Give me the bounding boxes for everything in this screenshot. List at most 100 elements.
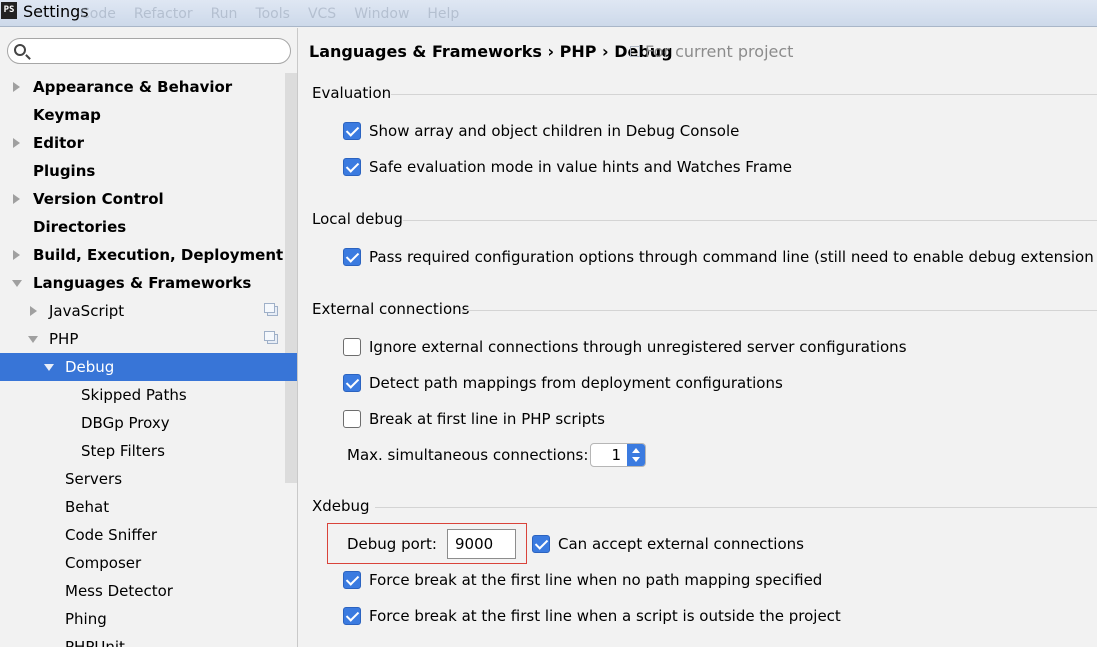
sidebar-item-editor[interactable]: Editor — [0, 129, 285, 157]
expand-arrow-icon[interactable] — [30, 306, 37, 316]
expand-arrow-icon[interactable] — [13, 194, 20, 204]
option-detect-path-mappings[interactable]: Detect path mappings from deployment con… — [343, 373, 783, 393]
sidebar-item-phpunit[interactable]: PHPUnit — [0, 633, 285, 647]
sidebar-item-behat[interactable]: Behat — [0, 493, 285, 521]
sidebar-item-javascript[interactable]: JavaScript — [0, 297, 285, 325]
sidebar-item-label: PHPUnit — [65, 638, 125, 647]
search-box[interactable] — [7, 38, 291, 64]
option-show-array-children[interactable]: Show array and object children in Debug … — [343, 121, 739, 141]
search-icon — [14, 44, 26, 56]
max-connections-label: Max. simultaneous connections: — [347, 446, 589, 464]
collapse-arrow-icon[interactable] — [28, 336, 38, 343]
option-force-break-outside-project[interactable]: Force break at the first line when a scr… — [343, 606, 841, 626]
section-title-local-debug: Local debug — [312, 210, 403, 228]
ghost-menu-item: Refactor — [133, 6, 193, 22]
sidebar-item-label: PHP — [49, 330, 79, 348]
checkbox-checked[interactable] — [343, 374, 361, 392]
spinner-down-icon[interactable] — [632, 457, 640, 462]
sidebar-item-label: Plugins — [33, 162, 96, 180]
settings-sidebar: Appearance & Behavior Keymap Editor Plug… — [0, 28, 298, 647]
project-scope-icon — [264, 331, 278, 344]
sidebar-item-label: Composer — [65, 554, 142, 572]
sidebar-item-label: JavaScript — [49, 302, 125, 320]
settings-content: Languages & Frameworks › PHP › Debug For… — [299, 28, 1097, 647]
section-title-external-connections: External connections — [312, 300, 470, 318]
search-input[interactable] — [34, 42, 284, 60]
section-title-xdebug: Xdebug — [312, 497, 370, 515]
sidebar-item-mess-detector[interactable]: Mess Detector — [0, 577, 285, 605]
sidebar-item-phing[interactable]: Phing — [0, 605, 285, 633]
sidebar-item-appearance-behavior[interactable]: Appearance & Behavior — [0, 73, 285, 101]
sidebar-item-label: Servers — [65, 470, 123, 488]
option-label: Can accept external connections — [558, 535, 804, 553]
sidebar-item-debug[interactable]: Debug — [0, 353, 297, 381]
ghost-menu-item: Run — [210, 6, 238, 22]
expand-arrow-icon[interactable] — [13, 82, 20, 92]
spinner-up-icon[interactable] — [632, 448, 640, 453]
sidebar-scrollbar[interactable] — [285, 73, 297, 483]
sidebar-item-label: Step Filters — [81, 442, 165, 460]
ghost-menu-item: Tools — [255, 6, 290, 22]
sidebar-item-plugins[interactable]: Plugins — [0, 157, 285, 185]
spinner-buttons[interactable] — [627, 444, 645, 466]
section-title-evaluation: Evaluation — [312, 84, 392, 102]
expand-arrow-icon[interactable] — [13, 250, 20, 260]
sidebar-item-php[interactable]: PHP — [0, 325, 285, 353]
sidebar-item-servers[interactable]: Servers — [0, 465, 285, 493]
debug-port-label: Debug port: — [347, 535, 437, 553]
section-divider — [461, 310, 1097, 311]
option-label: Force break at the first line when no pa… — [369, 571, 823, 589]
sidebar-item-version-control[interactable]: Version Control — [0, 185, 285, 213]
section-divider — [375, 507, 1097, 508]
sidebar-item-label: Behat — [65, 498, 110, 516]
debug-port-input[interactable] — [447, 529, 516, 559]
sidebar-item-dbgp-proxy[interactable]: DBGp Proxy — [0, 409, 285, 437]
option-label: Pass required configuration options thro… — [369, 248, 1097, 266]
sidebar-item-label: Build, Execution, Deployment — [33, 246, 284, 264]
sidebar-item-label: Skipped Paths — [81, 386, 187, 404]
collapse-arrow-icon[interactable] — [44, 364, 54, 371]
option-label: Detect path mappings from deployment con… — [369, 374, 783, 392]
option-force-break-no-mapping[interactable]: Force break at the first line when no pa… — [343, 570, 822, 590]
option-accept-external-connections[interactable]: Can accept external connections — [532, 534, 804, 554]
scope-label: For current project — [645, 42, 794, 61]
checkbox-unchecked[interactable] — [343, 410, 361, 428]
option-label: Force break at the first line when a scr… — [369, 607, 841, 625]
option-ignore-external-connections[interactable]: Ignore external connections through unre… — [343, 337, 907, 357]
max-connections-spinner[interactable]: 1 — [590, 443, 646, 467]
checkbox-unchecked[interactable] — [343, 338, 361, 356]
sidebar-item-languages-frameworks[interactable]: Languages & Frameworks — [0, 269, 285, 297]
sidebar-item-label: Code Sniffer — [65, 526, 158, 544]
checkbox-checked[interactable] — [343, 158, 361, 176]
checkbox-checked[interactable] — [343, 571, 361, 589]
sidebar-item-label: Phing — [65, 610, 107, 628]
sidebar-item-label: Editor — [33, 134, 84, 152]
sidebar-item-label: Appearance & Behavior — [33, 78, 233, 96]
collapse-arrow-icon[interactable] — [12, 280, 22, 287]
checkbox-checked[interactable] — [343, 122, 361, 140]
option-safe-evaluation-mode[interactable]: Safe evaluation mode in value hints and … — [343, 157, 792, 177]
checkbox-checked[interactable] — [343, 607, 361, 625]
ghost-menu-item: Code — [80, 6, 116, 22]
sidebar-item-build-execution-deployment[interactable]: Build, Execution, Deployment — [0, 241, 285, 269]
sidebar-item-keymap[interactable]: Keymap — [0, 101, 285, 129]
sidebar-item-label: Directories — [33, 218, 127, 236]
sidebar-item-code-sniffer[interactable]: Code Sniffer — [0, 521, 285, 549]
breadcrumb: Languages & Frameworks › PHP › Debug — [309, 42, 673, 61]
option-break-first-line[interactable]: Break at first line in PHP scripts — [343, 409, 605, 429]
sidebar-item-label: DBGp Proxy — [81, 414, 170, 432]
sidebar-item-composer[interactable]: Composer — [0, 549, 285, 577]
background-menu-bar: Code Refactor Run Tools VCS Window Help — [80, 6, 459, 22]
spinner-value[interactable]: 1 — [611, 446, 621, 464]
ghost-menu-item: Window — [354, 6, 410, 22]
checkbox-checked[interactable] — [343, 248, 361, 266]
option-label: Safe evaluation mode in value hints and … — [369, 158, 793, 176]
checkbox-checked[interactable] — [532, 535, 550, 553]
expand-arrow-icon[interactable] — [13, 138, 20, 148]
section-divider — [403, 220, 1097, 221]
sidebar-item-skipped-paths[interactable]: Skipped Paths — [0, 381, 285, 409]
sidebar-item-directories[interactable]: Directories — [0, 213, 285, 241]
sidebar-item-label: Version Control — [33, 190, 164, 208]
option-pass-config-options[interactable]: Pass required configuration options thro… — [343, 247, 1097, 267]
sidebar-item-step-filters[interactable]: Step Filters — [0, 437, 285, 465]
